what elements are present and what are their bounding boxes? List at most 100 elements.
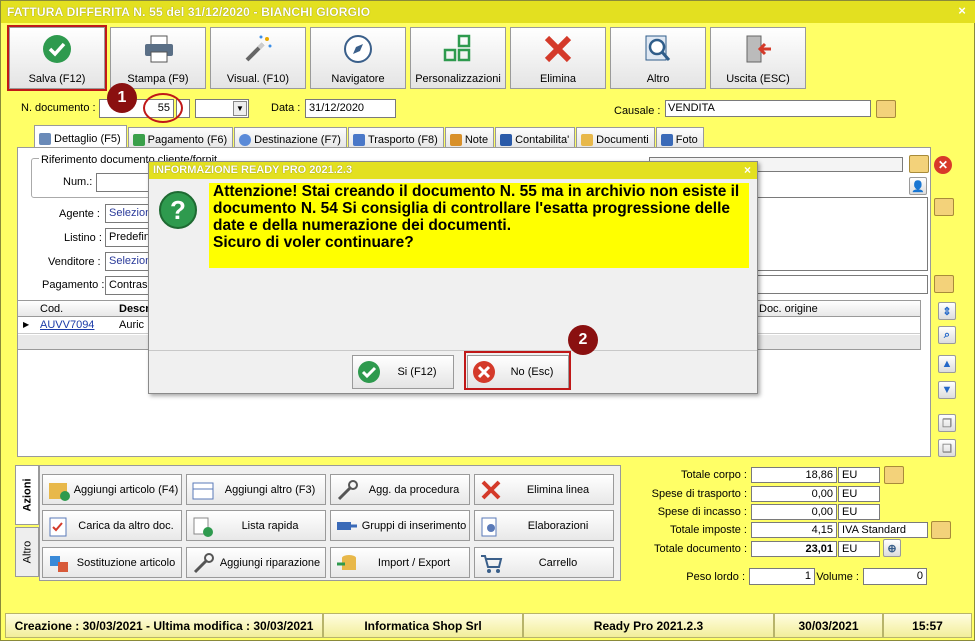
search-icon[interactable]: ⌕ [938, 326, 956, 344]
tab-contabilita[interactable]: Contabilita' [495, 127, 576, 148]
status-company: Informatica Shop Srl [323, 613, 523, 638]
yes-button[interactable]: Si (F12) [352, 355, 454, 389]
add-article-label: Aggiungi articolo (F4) [73, 483, 179, 496]
navigator-button[interactable]: Navigatore [310, 27, 406, 89]
chevron-down-icon[interactable]: ▼ [233, 101, 247, 116]
compass-icon [344, 35, 372, 63]
info-dialog: INFORMAZIONE READY PRO 2021.2.3 × ? Atte… [148, 161, 758, 394]
folder-icon[interactable] [931, 521, 951, 539]
gross-weight-value[interactable]: 1 [749, 568, 815, 585]
notes-field[interactable] [757, 197, 928, 271]
total-body-value: 18,86 [751, 467, 837, 483]
dialog-message: Attenzione! Stai creando il documento N.… [209, 183, 749, 268]
insert-groups-button[interactable]: Gruppi di inserimento [330, 510, 470, 541]
preview-button[interactable]: Visual. (F10) [210, 27, 306, 89]
dialog-close-icon[interactable]: × [744, 163, 751, 177]
import-export-button[interactable]: Import / Export [330, 547, 470, 578]
ndoc-highlight [143, 93, 183, 123]
tab-foto[interactable]: Foto [655, 127, 704, 148]
tab-azioni[interactable]: Azioni [15, 465, 39, 525]
payment-field[interactable] [757, 275, 928, 294]
print-label: Stampa (F9) [127, 73, 189, 85]
volume-value[interactable]: 0 [863, 568, 927, 585]
taxes-label: Totale imposte : [669, 524, 747, 536]
delete-x-icon [544, 35, 572, 63]
tab-dettaglio[interactable]: Dettaglio (F5) [34, 125, 127, 148]
tab-altro[interactable]: Altro [15, 527, 39, 577]
sort-icon[interactable]: ⇕ [938, 302, 956, 320]
quick-list-button[interactable]: Lista rapida [186, 510, 326, 541]
status-date: 30/03/2021 [774, 613, 883, 638]
tab-label: Contabilita' [515, 133, 570, 146]
processing-button[interactable]: Elaborazioni [474, 510, 614, 541]
shipping-value[interactable]: 0,00 [751, 486, 837, 502]
book-icon [500, 133, 513, 146]
cart-button[interactable]: Carrello [474, 547, 614, 578]
camera-icon [660, 133, 673, 146]
tab-documenti[interactable]: Documenti [576, 127, 655, 148]
load-from-doc-button[interactable]: Carica da altro doc. [42, 510, 182, 541]
message-line: Attenzione! Stai creando il documento N.… [213, 183, 740, 200]
dialog-title: INFORMAZIONE READY PRO 2021.2.3 [149, 162, 757, 179]
agent-label: Agente : [59, 208, 100, 220]
delete-line-button[interactable]: Elimina linea [474, 474, 614, 505]
add-from-procedure-button[interactable]: Agg. da procedura [330, 474, 470, 505]
add-article-button[interactable]: Aggiungi articolo (F4) [42, 474, 182, 505]
title-bar: FATTURA DIFFERITA N. 55 del 31/12/2020 -… [1, 1, 975, 23]
folder-icon[interactable] [876, 100, 896, 118]
contact-icon[interactable]: 👤 [909, 177, 927, 195]
check-icon [358, 361, 380, 383]
seller-label: Venditore : [48, 256, 101, 268]
replace-article-button[interactable]: Sostituzione articolo [42, 547, 182, 578]
col-origin-doc[interactable]: Doc. origine [759, 303, 818, 315]
copy-icon[interactable]: ❐ [938, 414, 956, 432]
arrow-down-icon[interactable]: ▼ [938, 381, 956, 399]
add-repair-button[interactable]: Aggiungi riparazione [186, 547, 326, 578]
paste-icon[interactable]: ❏ [938, 439, 956, 457]
step-badge-1: 1 [107, 83, 137, 113]
tab-strip: Dettaglio (F5) Pagamento (F6) Destinazio… [34, 125, 705, 148]
table-icon [192, 482, 214, 499]
add-other-button[interactable]: Aggiungi altro (F3) [186, 474, 326, 505]
exit-button[interactable]: Uscita (ESC) [710, 27, 806, 89]
truck-arrow-icon [337, 521, 357, 530]
tab-pagamento[interactable]: Pagamento (F6) [127, 127, 234, 148]
col-description[interactable]: Descr [119, 303, 150, 315]
print-button[interactable]: Stampa (F9) [110, 27, 206, 89]
causale-input[interactable]: VENDITA [665, 100, 871, 117]
row-code-link[interactable]: AUVV7094 [40, 319, 94, 331]
date-input[interactable]: 31/12/2020 [305, 99, 396, 118]
zoom-icon[interactable]: ⊕ [883, 539, 901, 557]
folder-icon[interactable] [934, 198, 954, 216]
delete-label: Elimina [539, 73, 577, 85]
folder-icon[interactable] [909, 155, 929, 173]
database-arrow-icon [337, 554, 356, 570]
tab-note[interactable]: Note [444, 127, 495, 148]
col-code[interactable]: Cod. [40, 303, 63, 315]
tab-trasporto[interactable]: Trasporto (F8) [347, 127, 444, 148]
ndoc-suffix-select[interactable]: ▼ [195, 99, 249, 118]
grid-icon [443, 34, 471, 62]
payment-label: Pagamento : [42, 279, 105, 291]
row-pointer-icon: ▶ [23, 320, 30, 329]
ndoc-label: N. documento : [21, 102, 96, 114]
collection-unit: EU [838, 504, 880, 520]
invoice-window: FATTURA DIFFERITA N. 55 del 31/12/2020 -… [0, 0, 975, 641]
message-line: date e della numerazione dei documenti. [213, 217, 512, 234]
folder-icon[interactable] [884, 466, 904, 484]
other-button[interactable]: Altro [610, 27, 706, 89]
tab-destinazione[interactable]: Destinazione (F7) [234, 127, 347, 148]
causale-label: Causale : [614, 105, 661, 117]
arrow-up-icon[interactable]: ▲ [938, 355, 956, 373]
navigator-label: Navigatore [331, 73, 385, 85]
tab-label: Documenti [596, 133, 649, 146]
add-other-label: Aggiungi altro (F3) [224, 483, 316, 496]
close-window-icon[interactable]: × [954, 3, 970, 19]
num-input[interactable] [96, 173, 156, 192]
delete-button[interactable]: Elimina [510, 27, 606, 89]
truck-icon [352, 133, 365, 146]
collection-value[interactable]: 0,00 [751, 504, 837, 520]
folder-icon[interactable] [934, 275, 954, 293]
customize-button[interactable]: Personalizzazioni [410, 27, 506, 89]
clear-icon[interactable]: ✕ [934, 156, 952, 174]
